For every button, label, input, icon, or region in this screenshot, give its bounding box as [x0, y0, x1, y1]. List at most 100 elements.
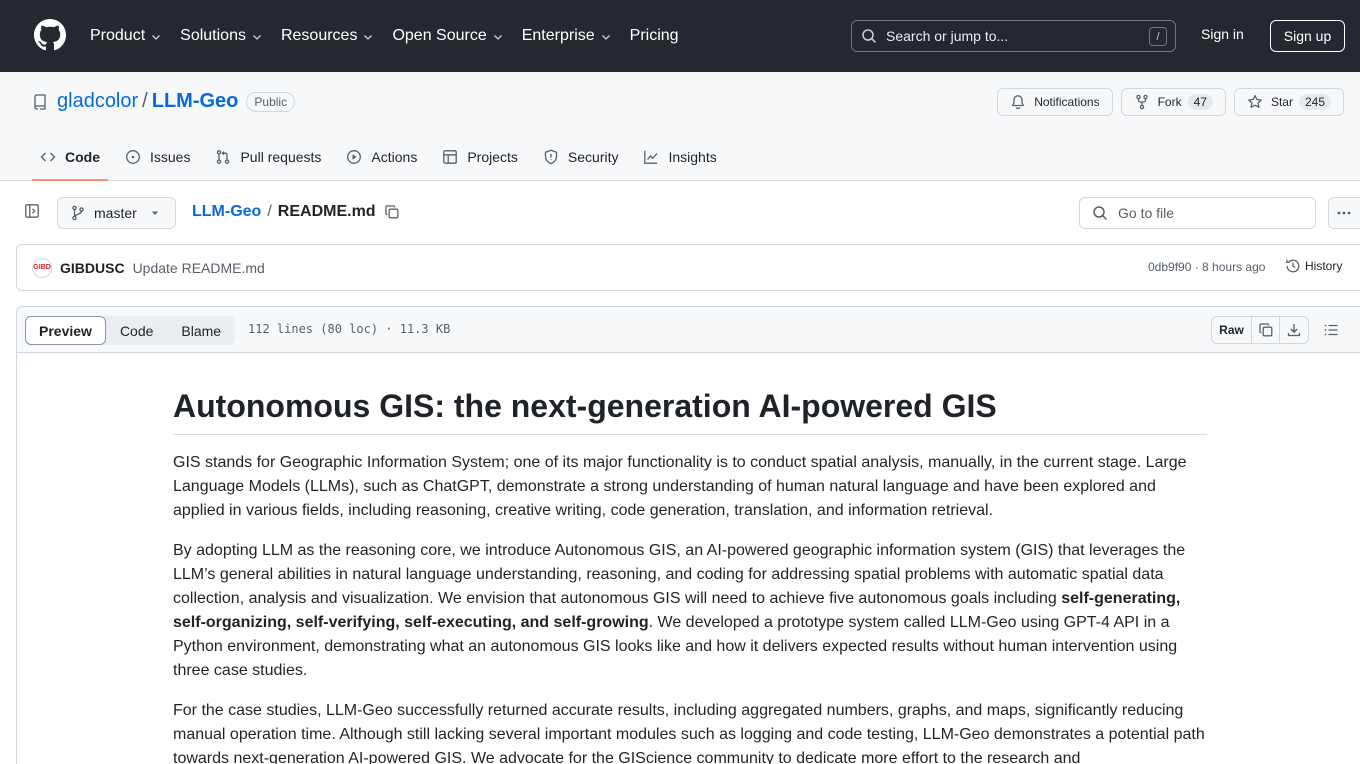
tab-security[interactable]: Security — [535, 142, 627, 172]
play-icon — [347, 150, 362, 164]
file-navigation: master LLM-Geo / README.md Go to file — [0, 181, 1360, 245]
nav-enterprise[interactable]: Enterprise — [522, 27, 612, 45]
go-to-file-input[interactable]: Go to file — [1079, 197, 1316, 229]
avatar[interactable]: GIBD — [32, 257, 52, 278]
repo-title: gladcolor / LLM-Geo Public — [32, 90, 296, 113]
branch-selector[interactable]: master — [57, 197, 176, 229]
more-options-button[interactable] — [1328, 197, 1360, 229]
chevron-down-icon — [253, 34, 261, 40]
outline-button[interactable] — [1319, 320, 1343, 340]
readme-paragraph-2: By adopting LLM as the reasoning core, w… — [173, 539, 1207, 683]
history-icon — [1286, 259, 1300, 273]
tab-projects-label: Projects — [467, 149, 518, 165]
go-to-file-placeholder: Go to file — [1118, 205, 1175, 221]
global-search-input[interactable]: Search or jump to... / — [851, 20, 1176, 52]
nav-resources[interactable]: Resources — [281, 27, 374, 45]
readme-paragraph-2-text: By adopting LLM as the reasoning core, w… — [173, 542, 1186, 607]
tab-insights-label: Insights — [668, 149, 717, 165]
tab-issues-label: Issues — [150, 149, 191, 165]
repo-header: gladcolor / LLM-Geo Public Notifications… — [0, 72, 1360, 181]
kebab-horizontal-icon — [1337, 211, 1351, 215]
nav-open-source[interactable]: Open Source — [392, 27, 503, 45]
fork-button[interactable]: Fork 47 — [1120, 88, 1226, 116]
download-icon — [1287, 324, 1301, 337]
copy-raw-button[interactable] — [1252, 317, 1280, 343]
repo-icon — [34, 93, 46, 110]
nav-solutions[interactable]: Solutions — [180, 27, 263, 45]
search-placeholder: Search or jump to... — [886, 28, 1009, 44]
caret-down-icon — [152, 211, 158, 215]
nav-pricing[interactable]: Pricing — [630, 27, 679, 45]
fork-label: Fork — [1157, 95, 1182, 109]
search-icon — [1093, 206, 1108, 221]
history-button[interactable]: History — [1285, 258, 1342, 274]
tab-code[interactable]: Code — [32, 142, 108, 181]
visibility-badge: Public — [246, 91, 296, 112]
file-toolbar: Preview Code Blame 112 lines (80 loc) · … — [17, 307, 1360, 353]
breadcrumb-separator: / — [267, 203, 272, 220]
notifications-button[interactable]: Notifications — [997, 88, 1113, 116]
commit-message-link[interactable]: Update README.md — [133, 260, 265, 276]
file-size-info: 112 lines (80 loc) · 11.3 KB — [248, 322, 451, 336]
search-shortcut-key: / — [1149, 27, 1167, 46]
tab-actions[interactable]: Actions — [338, 142, 425, 172]
notifications-label: Notifications — [1034, 95, 1100, 109]
repo-name-link[interactable]: LLM-Geo — [152, 90, 239, 113]
chevron-down-icon — [152, 34, 161, 40]
download-button[interactable] — [1280, 317, 1308, 343]
readme-paragraph-1: GIS stands for Geographic Information Sy… — [173, 454, 1187, 519]
repo-actions: Notifications Fork 47 Star 245 — [989, 88, 1344, 116]
copy-icon — [1258, 323, 1272, 337]
star-icon — [1248, 94, 1262, 108]
commit-sha-and-time[interactable]: 0db9f90 · 8 hours ago — [1148, 260, 1265, 274]
view-mode-switch: Preview Code Blame — [25, 316, 236, 345]
commit-author-link[interactable]: GIBDUSC — [60, 260, 125, 276]
chevron-down-icon — [493, 34, 502, 40]
repo-tabs: Code Issues Pull requests Actions Projec… — [32, 142, 734, 181]
nav-enterprise-label: Enterprise — [521, 27, 595, 44]
star-label: Star — [1270, 95, 1293, 109]
latest-commit: GIBD GIBDUSC Update README.md 0db9f90 · … — [16, 244, 1360, 291]
tab-code-view[interactable]: Code — [106, 316, 167, 345]
global-header: Product Solutions Resources Open Source … — [0, 0, 1360, 72]
repo-title-separator: / — [142, 90, 148, 112]
breadcrumb-file-name: README.md — [277, 203, 376, 220]
nav-product-label: Product — [90, 27, 146, 44]
nav-product[interactable]: Product — [90, 27, 162, 45]
file-actions: Raw — [1211, 316, 1309, 344]
pull-request-icon — [217, 150, 230, 164]
raw-button[interactable]: Raw — [1212, 317, 1252, 343]
sidebar-toggle-button[interactable] — [16, 195, 48, 227]
tab-code-label: Code — [65, 149, 100, 165]
tab-projects[interactable]: Projects — [434, 142, 526, 172]
tab-issues[interactable]: Issues — [117, 142, 198, 172]
star-button[interactable]: Star 245 — [1233, 88, 1344, 116]
chevron-down-icon — [601, 34, 610, 40]
tab-blame[interactable]: Blame — [167, 316, 235, 345]
nav-pricing-label: Pricing — [629, 27, 679, 44]
github-logo-icon[interactable] — [34, 19, 66, 51]
breadcrumb-repo-link[interactable]: LLM-Geo — [192, 203, 261, 221]
readme-title: Autonomous GIS: the next-generation AI-p… — [173, 386, 1207, 435]
fork-count: 47 — [1187, 94, 1213, 110]
copy-icon[interactable] — [384, 204, 400, 220]
shield-icon — [544, 149, 558, 165]
table-icon — [443, 150, 458, 164]
issue-icon — [126, 150, 140, 164]
tab-insights[interactable]: Insights — [635, 142, 724, 172]
branch-name: master — [94, 205, 137, 221]
code-icon — [40, 152, 56, 162]
list-unordered-icon — [1324, 324, 1338, 336]
nav-open-source-label: Open Source — [392, 27, 487, 44]
tab-pull-requests[interactable]: Pull requests — [207, 142, 329, 172]
sign-up-button[interactable]: Sign up — [1270, 20, 1345, 52]
nav-solutions-label: Solutions — [180, 27, 246, 44]
tab-preview[interactable]: Preview — [25, 316, 106, 345]
tab-security-label: Security — [567, 149, 619, 165]
sign-in-link[interactable]: Sign in — [1201, 26, 1244, 42]
breadcrumb: LLM-Geo / README.md — [192, 203, 400, 221]
sidebar-expand-icon — [25, 204, 39, 218]
git-branch-icon — [72, 205, 84, 221]
bell-icon — [1012, 95, 1025, 110]
repo-owner-link[interactable]: gladcolor — [57, 90, 138, 113]
